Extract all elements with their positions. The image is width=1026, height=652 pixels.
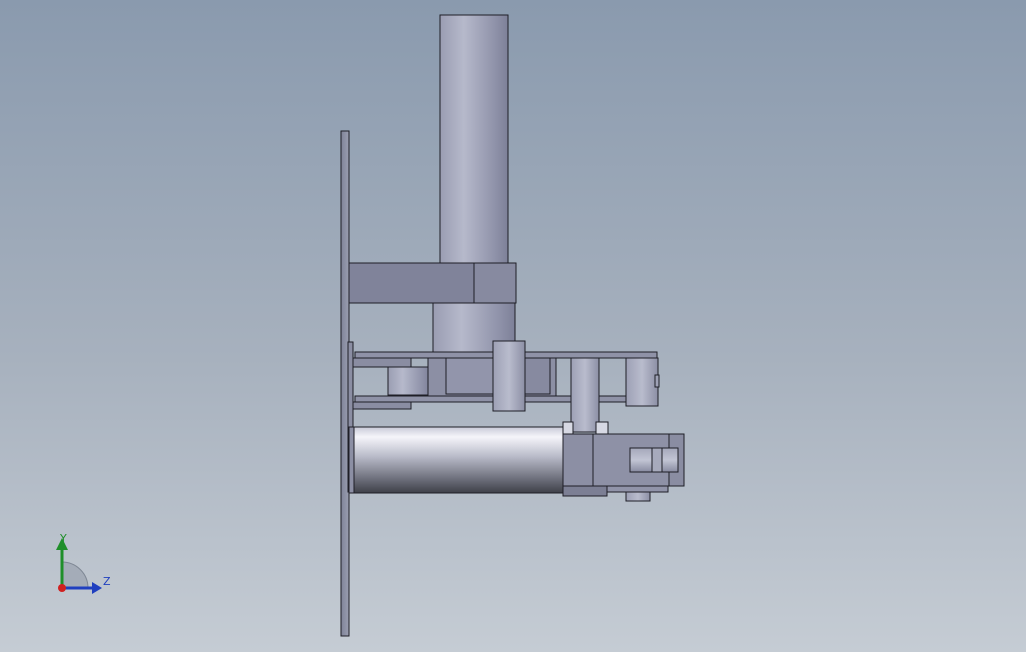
lower-pin — [625, 491, 651, 502]
support-arm — [348, 262, 475, 304]
hub-pin — [492, 340, 526, 412]
link-bar-top — [352, 357, 412, 368]
gearbox-tab-1 — [562, 421, 574, 435]
lower-rail — [606, 485, 669, 493]
link-bar-bottom — [352, 401, 412, 410]
support-arm-end — [473, 262, 517, 304]
model-view[interactable] — [0, 0, 1026, 652]
motor-flange — [348, 426, 355, 494]
motor-body — [350, 426, 564, 494]
triad-quarter-disc — [61, 561, 89, 589]
secondary-shaft — [570, 357, 600, 433]
orientation-triad — [56, 538, 102, 594]
clevis-pin-inner — [651, 447, 663, 473]
graphics-viewport[interactable]: Y Z — [0, 0, 1026, 652]
z-axis-arrow — [92, 582, 102, 594]
gearbox — [562, 433, 594, 495]
main-column — [439, 14, 509, 266]
end-roller-cap — [654, 374, 660, 388]
gearbox-tab-2 — [595, 421, 609, 435]
y-axis-label: Y — [60, 532, 67, 545]
z-axis-label: Z — [103, 575, 111, 588]
hub-inner — [445, 357, 499, 395]
end-roller — [625, 357, 659, 407]
gearbox-base — [562, 485, 608, 497]
hub-right — [523, 357, 551, 395]
triad-origin — [58, 584, 66, 592]
lower-column-stub — [387, 366, 431, 396]
